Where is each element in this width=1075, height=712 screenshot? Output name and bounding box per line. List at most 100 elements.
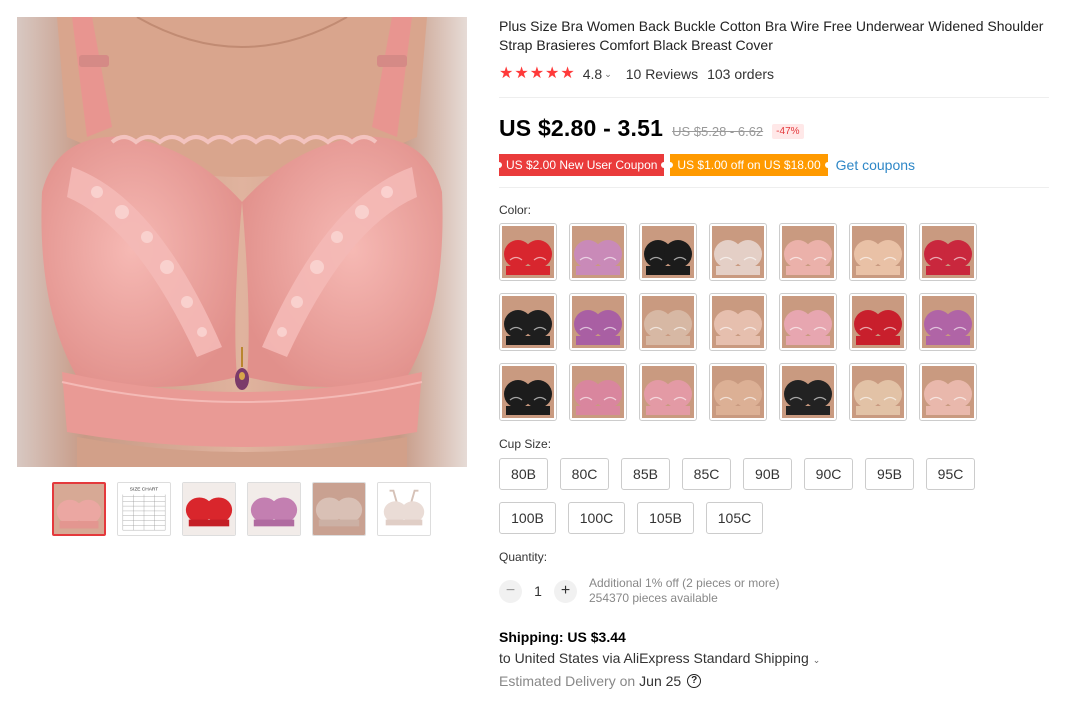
swatch-image — [852, 296, 904, 348]
chevron-down-icon: ⌄ — [812, 655, 821, 665]
color-swatch[interactable] — [849, 293, 907, 351]
size-option-105c[interactable]: 105C — [706, 502, 763, 534]
color-swatch[interactable] — [919, 223, 977, 281]
thumbnail-red[interactable] — [182, 482, 236, 536]
size-option-85b[interactable]: 85B — [621, 458, 670, 490]
thumbnail-white[interactable] — [377, 482, 431, 536]
swatch-image — [852, 366, 904, 418]
color-swatch[interactable] — [919, 363, 977, 421]
main-product-image[interactable] — [17, 17, 467, 467]
color-swatch[interactable] — [779, 363, 837, 421]
size-chart-text: SIZE CHART — [130, 487, 158, 493]
size-option-95b[interactable]: 95B — [865, 458, 914, 490]
quantity-input[interactable] — [522, 583, 554, 599]
color-label: Color: — [499, 203, 532, 217]
swatch-image — [712, 226, 764, 278]
color-swatch[interactable] — [569, 223, 627, 281]
star-icon: ★ — [514, 65, 529, 82]
color-swatch[interactable] — [709, 223, 767, 281]
swatch-image — [782, 366, 834, 418]
swatch-image — [922, 226, 974, 278]
divider — [499, 187, 1049, 188]
color-swatch[interactable] — [779, 293, 837, 351]
product-title: Plus Size Bra Women Back Buckle Cotton B… — [499, 18, 1044, 53]
color-swatch[interactable] — [639, 293, 697, 351]
star-icon: ★ — [560, 65, 575, 82]
color-swatch[interactable] — [499, 293, 557, 351]
new-user-coupon[interactable]: US $2.00 New User Coupon — [495, 154, 668, 176]
star-icon: ★ — [499, 65, 514, 82]
size-option-90c[interactable]: 90C — [804, 458, 853, 490]
swatch-image — [502, 296, 554, 348]
star-icon: ★ — [529, 65, 545, 82]
swatch-image — [642, 296, 694, 348]
color-swatch[interactable] — [919, 293, 977, 351]
orders-count: 103 orders — [707, 66, 775, 82]
size-option-90b[interactable]: 90B — [743, 458, 792, 490]
quantity-label: Quantity: — [499, 550, 548, 564]
swatch-image — [712, 296, 764, 348]
rating-stars[interactable]: ★ ★ ★ ★ ★ — [499, 66, 575, 82]
size-option-105b[interactable]: 105B — [637, 502, 694, 534]
swatch-image — [922, 366, 974, 418]
thumbnail-purple[interactable] — [247, 482, 301, 536]
swatch-image — [642, 366, 694, 418]
size-option-95c[interactable]: 95C — [926, 458, 975, 490]
bra-illustration — [17, 17, 467, 467]
coupon-row: US $2.00 New User Coupon US $1.00 off on… — [495, 154, 1051, 176]
product-info-panel: Plus Size Bra Women Back Buckle Cotton B… — [495, 17, 1051, 689]
size-option-80c[interactable]: 80C — [560, 458, 609, 490]
shipping-method-text: to United States via AliExpress Standard… — [499, 650, 809, 666]
shipping-method[interactable]: to United States via AliExpress Standard… — [499, 650, 1051, 666]
color-swatch[interactable] — [849, 363, 907, 421]
original-price: US $5.28 - 6.62 — [672, 124, 764, 139]
chevron-down-icon[interactable]: ⌄ — [604, 69, 612, 80]
quantity-decrease-button[interactable]: − — [499, 579, 522, 603]
get-coupons-link[interactable]: Get coupons — [836, 157, 915, 173]
rating-value[interactable]: 4.8 — [583, 66, 602, 82]
reviews-link[interactable]: 10 Reviews — [626, 66, 698, 82]
color-swatch[interactable] — [499, 363, 557, 421]
color-swatch[interactable] — [569, 363, 627, 421]
thumbnail-1[interactable] — [52, 482, 106, 536]
color-swatch[interactable] — [569, 293, 627, 351]
color-swatch[interactable] — [639, 363, 697, 421]
swatch-image — [782, 226, 834, 278]
rating-row: ★ ★ ★ ★ ★ 4.8 ⌄ 10 Reviews 103 orders — [499, 66, 1051, 83]
thumbnail-size-chart[interactable]: SIZE CHART — [117, 482, 171, 536]
swatch-image — [572, 226, 624, 278]
swatch-image — [922, 296, 974, 348]
color-swatch[interactable] — [709, 293, 767, 351]
price-row: US $2.80 - 3.51 US $5.28 - 6.62 -47% — [499, 115, 1051, 142]
size-option-85c[interactable]: 85C — [682, 458, 731, 490]
thumbnail-strip: SIZE CHART — [52, 482, 431, 536]
star-icon: ★ — [545, 65, 560, 82]
thumbnail-beige[interactable] — [312, 482, 366, 536]
color-swatch[interactable] — [499, 223, 557, 281]
quantity-stepper: − + Additional 1% off (2 pieces or more)… — [499, 576, 1051, 606]
delivery-label: Estimated Delivery on — [499, 673, 636, 689]
current-price: US $2.80 - 3.51 — [499, 115, 664, 141]
delivery-date: Jun 25 — [639, 673, 682, 689]
color-swatch[interactable] — [849, 223, 907, 281]
quantity-increase-button[interactable]: + — [554, 579, 577, 603]
swatch-image — [502, 366, 554, 418]
size-option-100b[interactable]: 100B — [499, 502, 556, 534]
swatch-image — [712, 366, 764, 418]
store-coupon[interactable]: US $1.00 off on US $18.00 — [667, 154, 831, 176]
color-swatch[interactable] — [639, 223, 697, 281]
color-swatch[interactable] — [709, 363, 767, 421]
swatch-image — [852, 226, 904, 278]
cup-size-label: Cup Size: — [499, 437, 552, 451]
help-icon[interactable]: ? — [687, 674, 702, 688]
size-option-100c[interactable]: 100C — [568, 502, 625, 534]
swatch-image — [782, 296, 834, 348]
discount-badge: -47% — [772, 124, 804, 139]
cup-size-options: 80B 80C 85B 85C 90B 90C 95B 95C 100B 100… — [499, 458, 999, 534]
bulk-discount-note: Additional 1% off (2 pieces or more) — [589, 576, 780, 590]
swatch-image — [572, 296, 624, 348]
size-option-80b[interactable]: 80B — [499, 458, 548, 490]
color-swatch-grid — [499, 223, 1051, 421]
swatch-image — [502, 226, 554, 278]
color-swatch[interactable] — [779, 223, 837, 281]
